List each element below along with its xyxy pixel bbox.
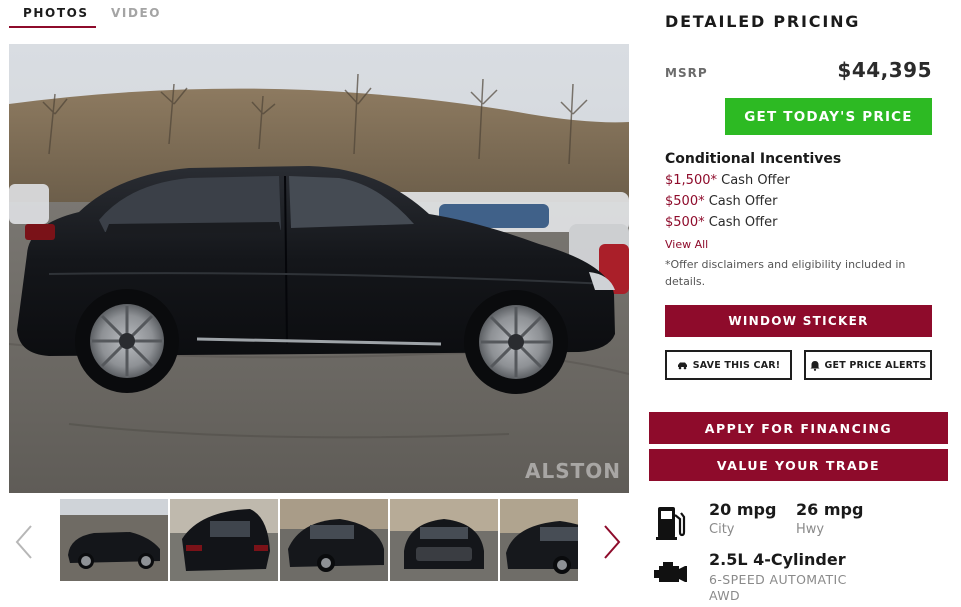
window-sticker-button[interactable]: WINDOW STICKER bbox=[665, 305, 932, 337]
thumbnail-4[interactable] bbox=[390, 499, 498, 581]
city-mpg: 20 mpg bbox=[709, 500, 777, 519]
active-tab-indicator bbox=[9, 26, 96, 28]
main-vehicle-photo[interactable]: ALSTON bbox=[9, 44, 629, 493]
highway-mpg-label: Hwy bbox=[796, 522, 825, 537]
offer-amount: $500* bbox=[665, 194, 705, 209]
engine-spec: 2.5L 4-Cylinder bbox=[709, 550, 846, 569]
apply-for-financing-button[interactable]: APPLY FOR FINANCING bbox=[649, 412, 948, 444]
chevron-right-icon bbox=[604, 525, 621, 559]
view-all-incentives-link[interactable]: View All bbox=[665, 238, 708, 251]
thumbnail-1[interactable] bbox=[60, 499, 168, 581]
car-icon bbox=[677, 362, 687, 369]
incentive-offer: $1,500* Cash Offer bbox=[665, 173, 790, 188]
msrp-value: $44,395 bbox=[837, 58, 932, 82]
thumbnail-strip bbox=[60, 499, 578, 581]
save-car-button[interactable]: SAVE THIS CAR! bbox=[665, 350, 792, 380]
pricing-title: DETAILED PRICING bbox=[665, 12, 861, 31]
offer-disclaimer: *Offer disclaimers and eligibility inclu… bbox=[665, 258, 906, 288]
transmission-spec: 6-SPEED AUTOMATIC bbox=[709, 572, 847, 587]
thumbnail-3[interactable] bbox=[280, 499, 388, 581]
price-alerts-label: GET PRICE ALERTS bbox=[824, 359, 927, 371]
thumbnail-2[interactable] bbox=[170, 499, 278, 581]
get-todays-price-button[interactable]: GET TODAY'S PRICE bbox=[725, 98, 932, 135]
save-car-label: SAVE THIS CAR! bbox=[692, 359, 781, 371]
incentive-offer: $500* Cash Offer bbox=[665, 215, 777, 230]
photo-watermark: ALSTON bbox=[524, 459, 621, 483]
drivetrain-spec: AWD bbox=[709, 588, 741, 603]
bell-icon bbox=[810, 360, 820, 371]
offer-label: Cash Offer bbox=[708, 194, 778, 209]
thumbnail-5[interactable] bbox=[500, 499, 578, 581]
tab-photos[interactable]: PHOTOS bbox=[23, 6, 89, 20]
fuel-pump-icon bbox=[656, 507, 686, 540]
price-alerts-button[interactable]: GET PRICE ALERTS bbox=[804, 350, 932, 380]
media-tabs: PHOTOS VIDEO bbox=[9, 0, 629, 30]
city-mpg-label: City bbox=[709, 522, 735, 537]
thumbnails-prev-button[interactable] bbox=[12, 522, 36, 562]
thumbnails-next-button[interactable] bbox=[600, 522, 624, 562]
incentives-title: Conditional Incentives bbox=[665, 151, 842, 167]
engine-icon bbox=[654, 562, 687, 582]
msrp-label: MSRP bbox=[665, 66, 708, 80]
offer-amount: $500* bbox=[665, 215, 705, 230]
offer-amount: $1,500* bbox=[665, 173, 717, 188]
chevron-left-icon bbox=[15, 525, 32, 559]
highway-mpg: 26 mpg bbox=[796, 500, 864, 519]
offer-label: Cash Offer bbox=[721, 173, 790, 188]
offer-label: Cash Offer bbox=[708, 215, 778, 230]
value-your-trade-button[interactable]: VALUE YOUR TRADE bbox=[649, 449, 948, 481]
incentive-offer: $500* Cash Offer bbox=[665, 194, 777, 209]
tab-video[interactable]: VIDEO bbox=[111, 6, 161, 20]
